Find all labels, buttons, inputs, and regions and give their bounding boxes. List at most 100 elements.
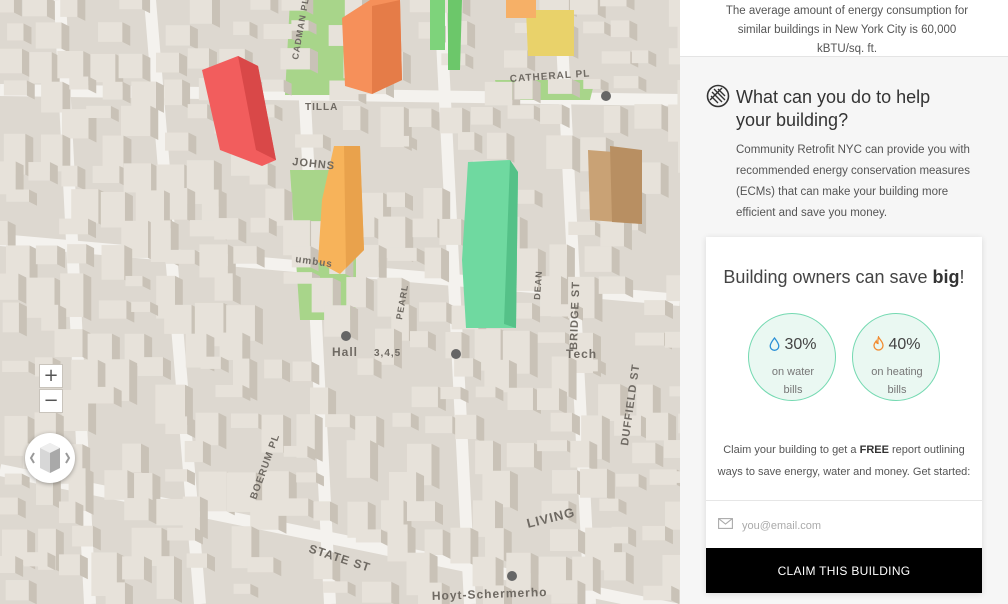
map-building-side (309, 48, 318, 74)
map-building (71, 189, 99, 224)
map-building (475, 386, 496, 398)
map-building-side (250, 583, 259, 598)
map-building-side (600, 78, 609, 93)
map-building (165, 132, 189, 151)
map-building-side (122, 22, 131, 46)
map-building-side (416, 247, 425, 265)
map-building-side (577, 529, 586, 555)
map-building-side (23, 23, 32, 45)
map-building-side (218, 412, 227, 450)
map-building (568, 221, 595, 235)
map-building-side (17, 497, 26, 519)
map-building (249, 162, 268, 185)
map-building (516, 189, 535, 204)
building-red[interactable] (202, 56, 276, 166)
map-building (22, 0, 47, 17)
map-building (100, 191, 125, 228)
map-building (6, 189, 30, 202)
map-building (264, 359, 283, 379)
building-brown[interactable] (588, 146, 642, 224)
map-building (90, 53, 116, 83)
map-building-side (21, 48, 30, 78)
map-building (35, 245, 58, 265)
map-building (165, 25, 190, 46)
map-building (292, 361, 312, 382)
map-building (295, 134, 323, 148)
street-label: DEAN (532, 270, 544, 300)
map-building (361, 581, 392, 603)
map-building-side (360, 105, 369, 134)
map-building (569, 0, 598, 15)
map-building-side (347, 581, 356, 597)
flame-icon (873, 335, 885, 351)
map-building-side (561, 104, 570, 129)
map-building-side (442, 529, 451, 560)
zoom-out-button[interactable]: − (39, 389, 63, 413)
map-building (440, 386, 461, 400)
building-orange[interactable] (342, 0, 402, 94)
envelope-icon (718, 518, 733, 529)
map-building (515, 302, 533, 319)
map-building-side (620, 105, 629, 137)
map-building (0, 273, 19, 300)
building-green[interactable] (462, 160, 518, 328)
map-building (69, 76, 89, 90)
email-input[interactable] (740, 513, 964, 539)
map-building (214, 273, 233, 301)
heating-savings-badge: 40% on heating bills (852, 313, 940, 401)
map-building (408, 108, 432, 127)
street-label: 3,4,5 (374, 348, 401, 359)
map-building-side (155, 81, 164, 113)
map-building-side (532, 302, 541, 323)
map-building (61, 389, 89, 432)
map-building-side (350, 305, 359, 341)
map-building (92, 165, 120, 184)
map-building-side (86, 244, 95, 268)
map-building (457, 132, 475, 150)
map-building (164, 79, 183, 106)
map-building (3, 80, 27, 96)
map-building (195, 412, 219, 446)
map-building-side (274, 104, 283, 122)
map-building-side (75, 501, 84, 528)
map-building-side (28, 580, 37, 604)
map-building (603, 105, 621, 133)
map-building (230, 413, 259, 428)
map-building-side (427, 331, 436, 352)
claim-description: Claim your building to get a FREE report… (716, 439, 972, 483)
map-building (583, 21, 605, 34)
map-building-side (267, 162, 276, 189)
map-building-side (270, 0, 279, 14)
map-canvas[interactable]: STATE ST LIVING DUFFIELD ST BRIDGE ST Te… (0, 0, 680, 604)
street-label: Hall (332, 345, 358, 359)
map-building (247, 557, 274, 573)
map-building (346, 277, 366, 308)
map-building (611, 526, 629, 544)
savings-title-suffix: ! (959, 267, 965, 287)
map-building (507, 387, 533, 410)
map-building (57, 50, 84, 79)
map-building (137, 357, 163, 376)
city-3d-map[interactable]: STATE ST LIVING DUFFIELD ST BRIDGE ST Te… (0, 0, 680, 604)
street-label: BRIDGE ST (568, 281, 582, 350)
map-building (411, 386, 438, 408)
map-building (187, 48, 209, 69)
map-building-side (441, 247, 450, 283)
claim-building-button[interactable]: CLAIM THIS BUILDING (706, 548, 982, 593)
map-building (665, 501, 680, 530)
map-building (412, 218, 438, 238)
map-building-side (506, 132, 515, 163)
map-building (584, 246, 612, 272)
map-building (666, 275, 680, 302)
map-building (250, 217, 269, 233)
map-building-side (434, 501, 443, 526)
map-building-side (249, 358, 258, 401)
view-compass-button[interactable] (25, 433, 75, 483)
zoom-in-button[interactable]: + (39, 364, 63, 388)
map-building (4, 473, 22, 485)
map-building (263, 23, 292, 40)
map-building-side (329, 501, 338, 525)
map-building (355, 416, 377, 444)
map-building (579, 359, 598, 372)
map-building (5, 580, 29, 601)
